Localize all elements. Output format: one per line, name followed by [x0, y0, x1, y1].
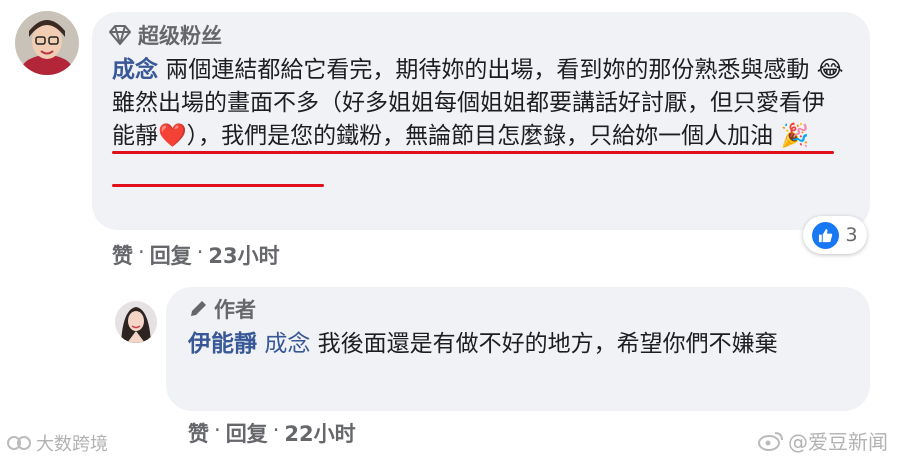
pen-icon: [191, 301, 206, 316]
like-button[interactable]: 赞: [112, 240, 133, 270]
comment-timestamp[interactable]: 23小时: [208, 240, 279, 270]
author-badge: 作者: [188, 294, 256, 324]
heart-emoji-icon: ❤️: [158, 123, 187, 149]
watermark-left-text: 大数跨境: [36, 434, 108, 455]
comment-actions: 赞 · 回复 · 23小时: [112, 240, 280, 270]
reply-timestamp[interactable]: 22小时: [284, 418, 355, 448]
action-separator: ·: [196, 240, 204, 264]
reply-button[interactable]: 回复: [150, 240, 192, 270]
watermark-logo-icon: [7, 436, 31, 450]
commenter-avatar[interactable]: [15, 11, 79, 75]
reply-body: 我後面還是有做不好的地方，希望你們不嫌棄: [317, 331, 778, 357]
weibo-icon: [758, 431, 783, 451]
highlight-underline: [112, 151, 834, 154]
laughing-emoji-icon: 😂: [816, 57, 844, 83]
watermark-right-text: @爱豆新闻: [788, 430, 888, 454]
watermark-left: 大数跨境: [6, 430, 108, 456]
party-popper-emoji-icon: 🎉: [780, 123, 810, 149]
badge-label: 超级粉丝: [138, 24, 222, 48]
like-button[interactable]: 赞: [188, 418, 209, 448]
reply-author[interactable]: 伊能靜: [188, 331, 257, 357]
reply-actions: 赞 · 回复 · 22小时: [188, 418, 356, 448]
comment-body-part3: ），我們是您的鐵粉，無論節目怎麼錄，只給妳一個人加油: [186, 123, 774, 149]
highlight-underline: [112, 184, 324, 187]
reply-button[interactable]: 回复: [226, 418, 268, 448]
action-separator: ·: [272, 418, 280, 442]
reply-author-avatar[interactable]: [115, 301, 157, 343]
reaction-summary[interactable]: 3: [803, 216, 867, 254]
diamond-icon: [109, 25, 131, 45]
comment-text: 成念 兩個連結都給它看完，期待妳的出場，看到妳的那份熟悉與感動 😂 雖然出場的畫面…: [112, 54, 847, 153]
comment-body-part1: 兩個連結都給它看完，期待妳的出場，看到妳的那份熟悉與感動: [165, 57, 810, 83]
watermark-right: @爱豆新闻: [758, 426, 888, 455]
reaction-count: 3: [845, 224, 858, 246]
author-badge-label: 作者: [214, 298, 256, 322]
top-fan-badge: 超级粉丝: [108, 20, 222, 50]
action-separator: ·: [214, 418, 221, 442]
reply-text: 伊能靜 成念 我後面還是有做不好的地方，希望你們不嫌棄: [188, 328, 858, 361]
comment-author[interactable]: 成念: [112, 57, 158, 83]
reply-mention[interactable]: 成念: [264, 331, 310, 357]
thumbs-up-icon: [812, 221, 840, 249]
action-separator: ·: [138, 240, 145, 264]
